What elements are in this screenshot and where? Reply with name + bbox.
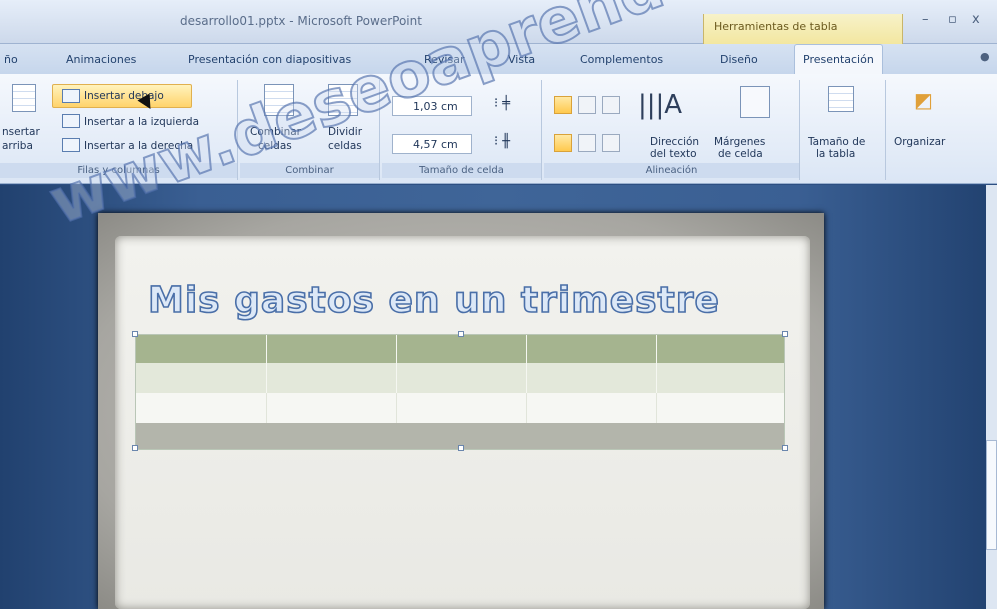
table-cell-divider bbox=[526, 393, 527, 423]
table-cell-divider bbox=[656, 363, 657, 393]
distribute-rows-icon[interactable]: ⁝ ╪ bbox=[494, 96, 510, 111]
align-bottom-icon[interactable] bbox=[602, 134, 620, 152]
align-top-icon[interactable] bbox=[554, 134, 572, 152]
resize-handle[interactable] bbox=[782, 331, 788, 337]
distribute-columns-icon[interactable]: ⁝ ╫ bbox=[494, 134, 510, 149]
tab-animaciones[interactable]: Animaciones bbox=[66, 53, 136, 66]
group-label-tamano: Tamaño de celda bbox=[382, 163, 541, 178]
direccion-texto-label-1[interactable]: Dirección bbox=[650, 136, 699, 148]
table-cell-divider bbox=[266, 363, 267, 393]
align-middle-icon[interactable] bbox=[578, 134, 596, 152]
resize-handle[interactable] bbox=[458, 445, 464, 451]
table-cell-divider bbox=[266, 393, 267, 423]
tamano-tabla-label-2[interactable]: la tabla bbox=[816, 148, 855, 160]
insertar-arriba-label-1[interactable]: nsertar bbox=[2, 126, 40, 138]
group-label-alineacion: Alineación bbox=[544, 163, 799, 178]
close-button[interactable]: x bbox=[972, 12, 980, 27]
dividir-label-2[interactable]: celdas bbox=[328, 140, 362, 152]
margenes-celda-label-1[interactable]: Márgenes bbox=[714, 136, 765, 148]
align-right-icon[interactable] bbox=[602, 96, 620, 114]
table-row[interactable] bbox=[136, 363, 784, 393]
table-row[interactable] bbox=[136, 335, 784, 363]
insert-right-icon bbox=[62, 138, 80, 152]
resize-handle[interactable] bbox=[782, 445, 788, 451]
direccion-texto-label-2[interactable]: del texto bbox=[650, 148, 697, 160]
table-cell-divider bbox=[396, 393, 397, 423]
table-row[interactable] bbox=[136, 393, 784, 423]
table-cell-divider bbox=[656, 335, 657, 363]
slide-title[interactable]: Mis gastos en un trimestre bbox=[147, 279, 720, 322]
tab-complementos[interactable]: Complementos bbox=[580, 53, 663, 66]
tab-diseno-partial[interactable]: ño bbox=[4, 53, 18, 66]
tamano-tabla-label-1[interactable]: Tamaño de bbox=[808, 136, 865, 148]
scrollbar-thumb[interactable] bbox=[986, 440, 997, 550]
table-size-icon bbox=[828, 86, 854, 112]
margenes-celda-label-2[interactable]: de celda bbox=[718, 148, 763, 160]
table-cell-divider bbox=[266, 335, 267, 363]
minimize-button[interactable]: – bbox=[922, 12, 929, 27]
insert-below-icon bbox=[62, 89, 80, 103]
tab-presentacion[interactable]: Presentación bbox=[794, 44, 883, 74]
group-organizar: ◩ Organizar bbox=[888, 80, 958, 180]
insert-above-icon bbox=[12, 84, 36, 112]
text-direction-icon: |||A bbox=[638, 90, 683, 120]
table-cell-divider bbox=[526, 335, 527, 363]
arrange-icon: ◩ bbox=[914, 88, 933, 112]
table-cell-divider bbox=[526, 363, 527, 393]
resize-handle[interactable] bbox=[132, 445, 138, 451]
group-alineacion: |||A Dirección del texto Márgenes de cel… bbox=[544, 80, 800, 180]
table-cell-divider bbox=[396, 363, 397, 393]
resize-handle[interactable] bbox=[458, 331, 464, 337]
resize-handle[interactable] bbox=[132, 331, 138, 337]
table-tools-context-label: Herramientas de tabla bbox=[703, 14, 903, 44]
align-center-icon[interactable] bbox=[578, 96, 596, 114]
group-tamano-tabla: Tamaño de la tabla bbox=[802, 80, 886, 180]
tab-diseno[interactable]: Diseño bbox=[720, 53, 758, 66]
table-cell-divider bbox=[656, 393, 657, 423]
insertar-arriba-label-2[interactable]: arriba bbox=[2, 140, 33, 152]
restore-button[interactable]: ▫ bbox=[948, 12, 957, 27]
align-left-icon[interactable] bbox=[554, 96, 572, 114]
window-title: desarrollo01.pptx - Microsoft PowerPoint bbox=[180, 14, 422, 28]
table-cell-divider bbox=[396, 335, 397, 363]
cell-margins-icon bbox=[740, 86, 770, 118]
column-width-input[interactable]: 4,57 cm bbox=[392, 134, 472, 154]
organizar-button[interactable]: Organizar bbox=[894, 136, 945, 148]
slide-table[interactable] bbox=[132, 331, 788, 451]
tab-presentacion-diapositivas[interactable]: Presentación con diapositivas bbox=[188, 53, 351, 66]
help-icon[interactable]: ● bbox=[980, 50, 990, 63]
insert-left-icon bbox=[62, 114, 80, 128]
